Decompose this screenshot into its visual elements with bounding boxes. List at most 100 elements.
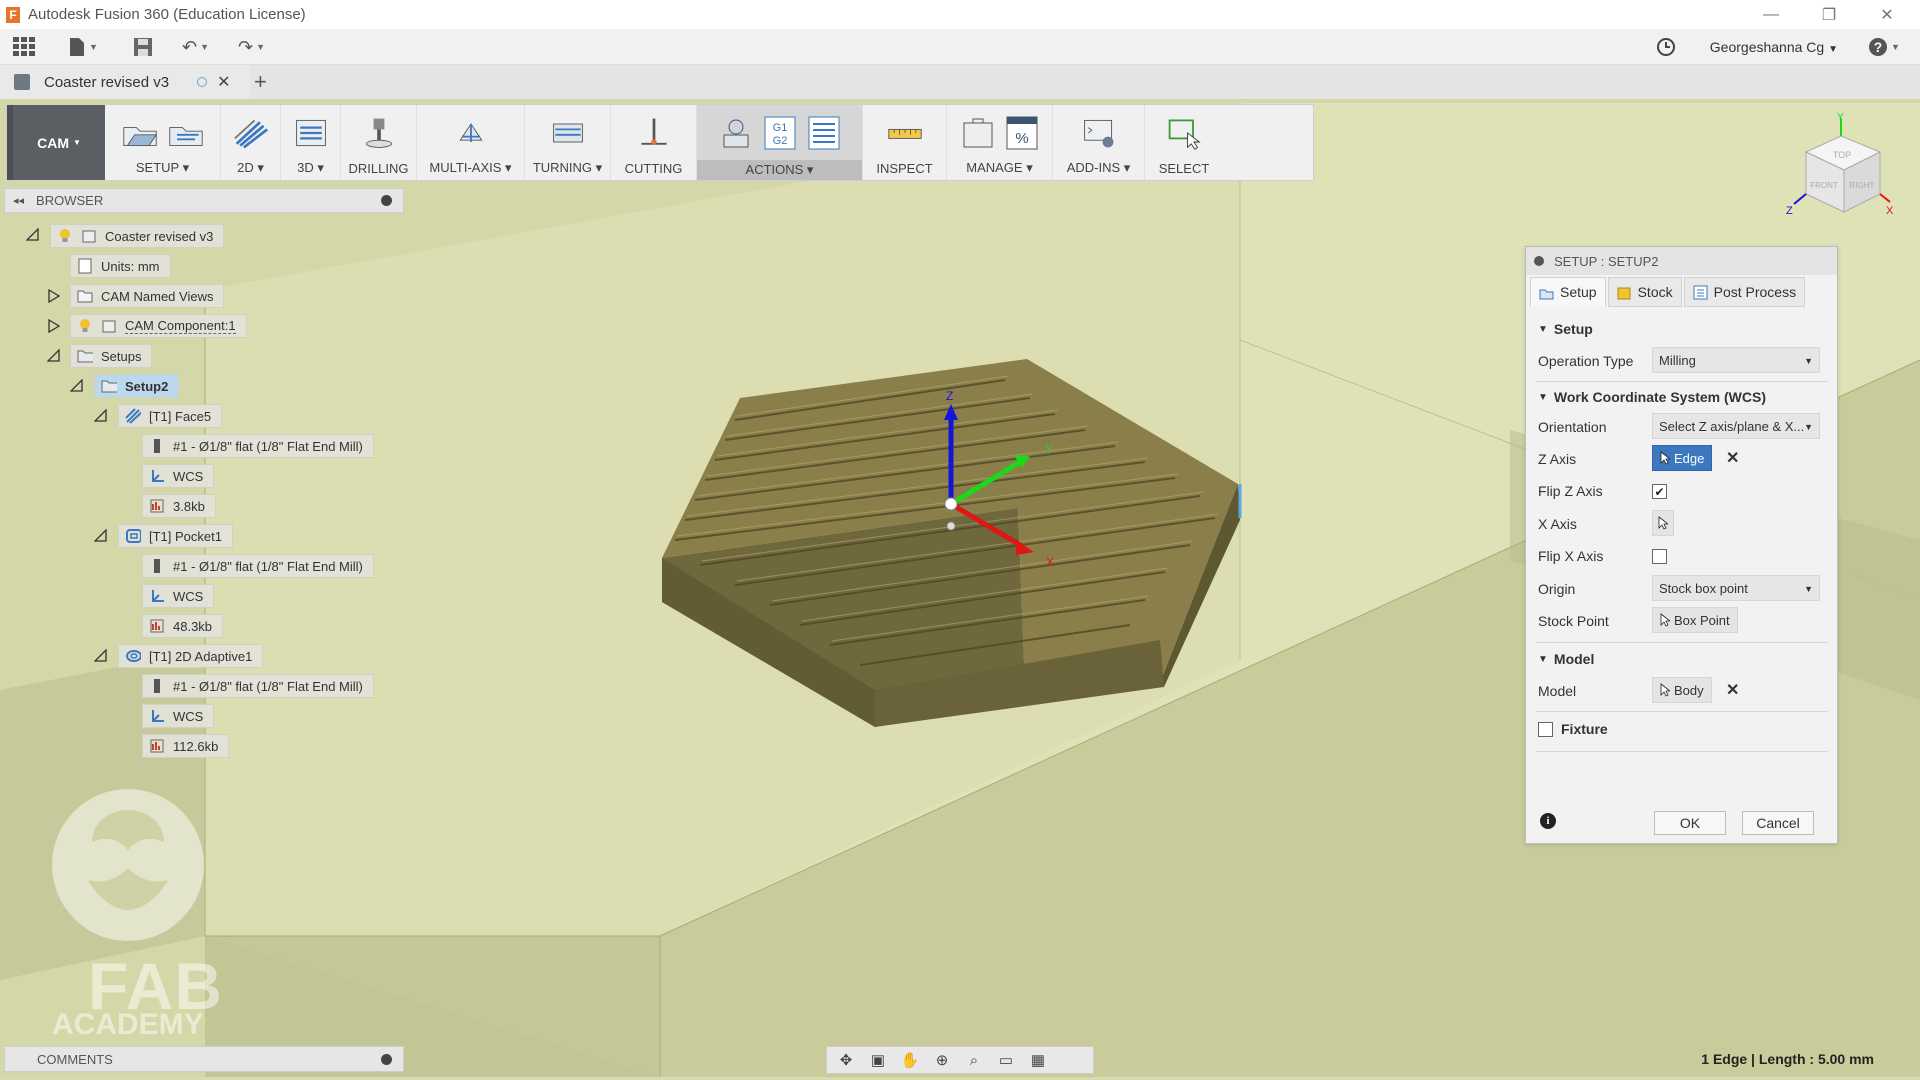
wcs-node[interactable]: WCS — [142, 464, 215, 488]
tool-node[interactable]: #1 - Ø1/8" flat (1/8" Flat End Mill) — [142, 554, 374, 578]
toolpath-size-node[interactable]: 112.6kb — [142, 734, 230, 758]
origin-select[interactable]: Stock box point ▼ — [1652, 575, 1820, 601]
post-process-icon[interactable]: G1 G2 — [762, 115, 798, 151]
z-axis-selector[interactable]: Edge — [1652, 445, 1713, 471]
help-icon[interactable]: ? ▼ — [1868, 35, 1900, 59]
pan-hand-icon[interactable]: ✋ — [901, 1051, 920, 1069]
scripts-addins-icon[interactable] — [1081, 115, 1117, 151]
inspect-group[interactable]: INSPECT — [863, 105, 947, 180]
section-wcs-header[interactable]: ▼ Work Coordinate System (WCS) — [1538, 389, 1766, 405]
add-ins-group[interactable]: ADD-INS ▾ — [1053, 105, 1145, 180]
user-account-menu[interactable]: Georgeshanna Cg ▼ — [1710, 39, 1838, 55]
browser-panel-header[interactable]: ◂◂ BROWSER — [4, 188, 404, 213]
simulate-icon[interactable] — [718, 115, 754, 151]
document-tab[interactable]: Coaster revised v3 ✕ — [0, 65, 250, 99]
redo-icon[interactable]: ↷ ▼ — [238, 35, 265, 59]
3d-toolpath-icon[interactable] — [293, 115, 329, 151]
tab-post-process[interactable]: Post Process — [1683, 277, 1806, 307]
operation-adaptive1-node[interactable]: [T1] 2D Adaptive1 — [118, 644, 264, 668]
close-tab-icon[interactable]: ✕ — [217, 72, 230, 92]
restore-button[interactable]: ❐ — [1806, 0, 1852, 29]
orientation-select[interactable]: Select Z axis/plane & X... ▼ — [1652, 413, 1820, 439]
tool-library-icon[interactable] — [960, 115, 996, 151]
tab-setup[interactable]: Setup — [1530, 277, 1606, 307]
zoom-icon[interactable]: ⊕ — [933, 1051, 951, 1069]
toolpath-size-node[interactable]: 48.3kb — [142, 614, 224, 638]
setup2-node[interactable]: Setup2 — [94, 374, 180, 398]
template-library-icon[interactable]: % — [1004, 115, 1040, 151]
units-node[interactable]: Units: mm — [70, 254, 171, 278]
wcs-node[interactable]: WCS — [142, 584, 215, 608]
multi-axis-icon[interactable] — [453, 115, 489, 151]
data-panel-grid-icon[interactable] — [12, 35, 36, 59]
2d-group[interactable]: 2D ▾ — [221, 105, 281, 180]
browser-pin-icon[interactable] — [381, 195, 392, 206]
section-fixture-header[interactable]: Fixture — [1538, 721, 1608, 737]
new-tab-button[interactable]: + — [254, 69, 267, 95]
select-cursor-icon[interactable] — [1166, 115, 1202, 151]
clear-model-icon[interactable]: ✕ — [1726, 680, 1739, 700]
turning-icon[interactable] — [550, 115, 586, 151]
turning-group[interactable]: TURNING ▾ — [525, 105, 611, 180]
multi-axis-group[interactable]: MULTI-AXIS ▾ — [417, 105, 525, 180]
actions-group[interactable]: G1 G2 ACTIONS ▾ — [697, 105, 863, 180]
orbit-icon[interactable]: ✥ — [837, 1051, 855, 1069]
measure-icon[interactable] — [887, 115, 923, 151]
collapse-browser-icon[interactable]: ◂◂ — [13, 194, 24, 207]
manage-group[interactable]: % MANAGE ▾ — [947, 105, 1053, 180]
open-setup-icon[interactable] — [168, 115, 204, 151]
cutting-group[interactable]: CUTTING — [611, 105, 697, 180]
comments-panel-header[interactable]: COMMENTS — [4, 1046, 404, 1072]
setup-sheet-icon[interactable] — [806, 115, 842, 151]
lightbulb-icon[interactable] — [77, 318, 93, 334]
section-setup-header[interactable]: ▼ Setup — [1538, 321, 1593, 337]
view-cube[interactable]: TOP FRONT RIGHT Y Z X — [1786, 112, 1896, 232]
expand-pocket1-icon[interactable] — [94, 529, 108, 543]
expand-adaptive1-icon[interactable] — [94, 649, 108, 663]
flip-z-axis-checkbox[interactable]: ✔ — [1652, 484, 1667, 499]
expand-setup2-icon[interactable] — [70, 379, 84, 393]
add-comment-icon[interactable] — [381, 1054, 392, 1065]
clear-z-axis-icon[interactable]: ✕ — [1726, 448, 1739, 468]
expand-component-icon[interactable] — [47, 319, 61, 333]
setups-node[interactable]: Setups — [70, 344, 153, 368]
close-window-button[interactable]: ✕ — [1864, 0, 1910, 29]
drill-icon[interactable] — [361, 115, 397, 151]
flip-x-axis-checkbox[interactable] — [1652, 549, 1667, 564]
3d-group[interactable]: 3D ▾ — [281, 105, 341, 180]
tool-node[interactable]: #1 - Ø1/8" flat (1/8" Flat End Mill) — [142, 434, 374, 458]
workspace-switcher[interactable]: CAM ▼ — [7, 105, 105, 180]
select-group[interactable]: SELECT — [1145, 105, 1223, 180]
new-setup-icon[interactable] — [122, 115, 158, 151]
stock-point-selector[interactable]: Box Point — [1652, 607, 1738, 633]
ok-button[interactable]: OK — [1654, 811, 1726, 835]
toolpath-size-node[interactable]: 3.8kb — [142, 494, 216, 518]
model-selector[interactable]: Body — [1652, 677, 1712, 703]
grid-settings-icon[interactable]: ▦ — [1029, 1051, 1047, 1069]
fit-zoom-icon[interactable]: ⌕ — [965, 1051, 983, 1069]
tool-node[interactable]: #1 - Ø1/8" flat (1/8" Flat End Mill) — [142, 674, 374, 698]
job-status-clock-icon[interactable] — [1656, 35, 1676, 59]
browser-root-node[interactable]: Coaster revised v3 — [50, 224, 225, 248]
file-menu-icon[interactable]: ▼ — [68, 35, 98, 59]
x-axis-selector[interactable] — [1652, 510, 1674, 536]
expand-setups-icon[interactable] — [47, 349, 61, 363]
fixture-checkbox[interactable] — [1538, 721, 1553, 737]
dialog-header[interactable]: SETUP : SETUP2 — [1526, 247, 1837, 275]
expand-named-views-icon[interactable] — [47, 289, 61, 303]
2d-toolpath-icon[interactable] — [233, 115, 269, 151]
cancel-button[interactable]: Cancel — [1742, 811, 1814, 835]
minimize-button[interactable]: — — [1748, 0, 1794, 29]
section-model-header[interactable]: ▼ Model — [1538, 651, 1594, 667]
cam-component-node[interactable]: CAM Component:1 — [70, 314, 247, 338]
cutting-icon[interactable] — [636, 115, 672, 151]
expand-face5-icon[interactable] — [94, 409, 108, 423]
expand-root-icon[interactable] — [26, 228, 40, 242]
setup-group[interactable]: SETUP ▾ — [105, 105, 221, 180]
info-icon[interactable]: i — [1540, 813, 1556, 829]
operation-type-select[interactable]: Milling ▼ — [1652, 347, 1820, 373]
operation-pocket1-node[interactable]: [T1] Pocket1 — [118, 524, 233, 548]
undo-icon[interactable]: ↶ ▼ — [182, 35, 209, 59]
dialog-collapse-icon[interactable] — [1534, 256, 1544, 266]
save-icon[interactable] — [133, 35, 153, 59]
